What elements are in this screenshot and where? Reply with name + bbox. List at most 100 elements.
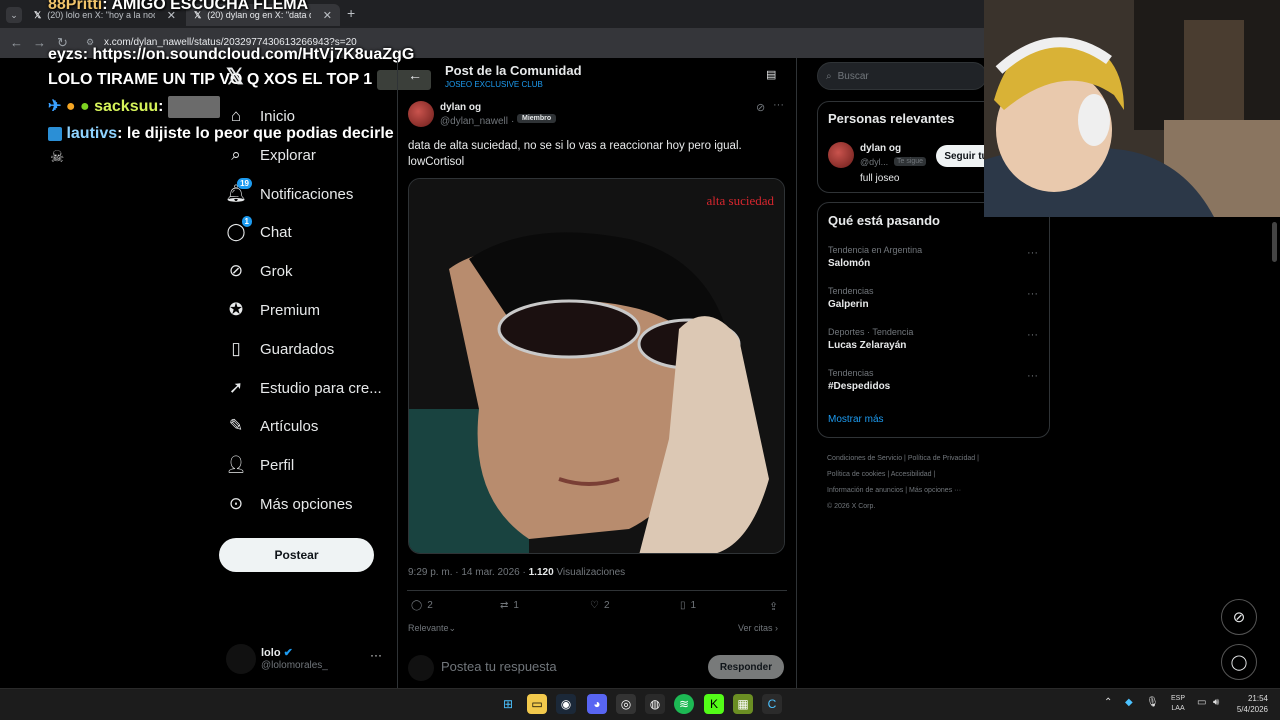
trend-category: Deportes · Tendencia [828,327,914,337]
repost-icon: ⇄ [500,600,509,611]
heart-icon: ♡ [590,600,599,611]
search-placeholder: Buscar [837,70,869,82]
trend-item[interactable]: Tendencias Galperin ··· [828,286,1040,310]
windows-start-icon[interactable]: ⊞ [498,694,518,714]
nav-item-chat[interactable]: ◯ 1 Chat [226,216,292,247]
footer-link[interactable]: Condiciones de Servicio [827,455,902,462]
network-icon[interactable]: ▭ [1197,697,1206,708]
nav-item-bookmarks[interactable]: ▯ Guardados [226,334,334,364]
chat-text: AMIGO ESCUCHA FLEMA [111,0,309,13]
view-quotes-link[interactable]: Ver citas › [738,623,778,633]
community-link[interactable]: JOSEO EXCLUSIVE CLUB [445,80,543,89]
forward-arrow-icon[interactable]: → [33,35,46,50]
spotify-icon[interactable]: ≋ [674,694,694,714]
grok-icon[interactable]: ⊘ [756,101,765,114]
reply-button[interactable]: ◯ 2 [411,600,433,611]
bookmark-button[interactable]: ▯ 1 [680,600,696,611]
grok-floating-button[interactable]: ⊘ [1221,599,1257,635]
album-cover-image [409,179,784,553]
view-quotes-label: Ver citas [738,623,773,633]
footer-link[interactable]: Información de anuncios [827,487,903,494]
post-text-line: data de alta suciedad, no se si lo vas a… [408,140,742,152]
tray-app-icon[interactable]: ◆ [1125,697,1133,708]
back-arrow-icon[interactable]: ← [10,35,23,50]
search-input[interactable]: ⌕ Buscar [817,62,987,90]
author-avatar[interactable] [408,101,434,127]
app-icon[interactable]: ▦ [733,694,753,714]
page-title: Post de la Comunidad [445,63,582,78]
nav-item-home[interactable]: ⌂ Inicio [226,101,295,131]
sort-replies-dropdown[interactable]: Relevante⌄ [408,623,456,634]
post-button[interactable]: Postear [219,538,374,572]
nav-item-premium[interactable]: ✪ Premium [226,295,320,325]
trend-category: Tendencia en Argentina [828,245,923,255]
repost-button[interactable]: ⇄ 1 [500,600,519,611]
show-more-link[interactable]: Mostrar más [828,414,884,425]
chevron-up-icon[interactable]: ⌃ [1104,697,1112,708]
chat-username: 88Pritti [48,0,103,13]
microphone-icon[interactable]: 🎙︎ [1146,697,1159,708]
more-dots-icon[interactable]: ··· [370,648,382,662]
avatar[interactable] [828,142,854,168]
reply-input[interactable]: Postea tu respuesta [441,659,557,674]
nav-item-profile[interactable]: 👤︎ Perfil [225,450,295,480]
new-tab-button[interactable]: + [347,5,355,21]
like-button[interactable]: ♡ 2 [590,600,610,611]
nav-item-articles[interactable]: ✎ Artículos [226,411,318,441]
bookmark-icon: ▯ [231,339,241,358]
file-explorer-icon[interactable]: ▭ [527,694,547,714]
more-dots-icon[interactable]: ··· [1027,329,1038,341]
nav-item-explore[interactable]: ⌕ Explorar [226,140,316,170]
post-image[interactable]: alta suciedad [408,178,785,554]
close-tab-icon[interactable]: ✕ [323,9,332,22]
badge-icon [48,126,62,141]
reader-mode-icon[interactable]: ▤ [766,68,776,81]
back-arrow-icon[interactable]: ← [408,67,422,83]
author-name[interactable]: dylan og [440,102,481,113]
reply-button[interactable]: Responder [708,655,784,679]
trend-name: Galperin [828,299,869,310]
tab-list-button[interactable]: ⌄ [6,7,22,23]
x-logo-icon[interactable]: 𝕏 [226,64,244,90]
page-scrollbar[interactable] [1272,222,1277,262]
kick-icon[interactable]: K [704,694,724,714]
discord-icon[interactable]: ◕ [587,694,607,714]
more-dots-icon[interactable]: ··· [1027,247,1038,259]
footer-link[interactable]: Más opciones ··· [909,487,961,494]
nav-item-notifications[interactable]: 🔔︎ 19 Notificaciones [225,178,354,209]
more-dots-icon[interactable]: ··· [1027,370,1038,382]
footer-link[interactable]: Política de cookies [827,471,885,478]
nav-item-more[interactable]: ⊙ Más opciones [226,489,353,519]
trend-item[interactable]: Deportes · Tendencia Lucas Zelarayán ··· [828,327,1040,351]
chrome-icon[interactable]: ◍ [645,694,665,714]
more-dots-icon[interactable]: ··· [773,99,784,111]
volume-icon[interactable]: 🔊︎ [1213,697,1219,708]
input-language[interactable]: ESP LAA [1171,694,1185,714]
nav-item-label: Notificaciones [260,185,354,203]
nav-item-label: Artículos [260,417,319,435]
post-metadata: 9:29 p. m. · 14 mar. 2026 · 1.120 Visual… [408,567,625,578]
footer-link[interactable]: Accesibilidad [891,471,932,478]
account-switcher[interactable]: lolo ✔ @lolomorales_ ··· [226,644,386,676]
clock[interactable]: 21:54 5/4/2026 [1232,693,1268,715]
nav-item-creator-studio[interactable]: ➚ Estudio para cre... [226,373,382,403]
overlay-chat-message: lautivs: le dijiste lo peor que podias d… [48,125,394,143]
person-bio: full joseo [860,173,900,184]
footer-link[interactable]: Política de Privacidad [908,455,975,462]
obs-icon[interactable]: ◎ [616,694,636,714]
share-icon[interactable]: ⇪ [769,600,778,613]
nav-item-grok[interactable]: ⊘ Grok [226,256,293,286]
author-handle[interactable]: @dylan_nawell [440,116,508,127]
trend-item[interactable]: Tendencias #Despedidos ··· [828,368,1040,392]
clock-date: 5/4/2026 [1236,705,1268,714]
overlay-chat-message: ✈ ● ● sacksuu: [48,96,220,118]
emoji-icon: ● [79,98,90,116]
trend-item[interactable]: Tendencia en Argentina Salomón ··· [828,245,1040,269]
nav-item-label: Perfil [260,456,295,474]
app-icon[interactable]: C [762,694,782,714]
more-dots-icon[interactable]: ··· [1027,288,1038,300]
messages-floating-button[interactable]: ◯ [1221,644,1257,680]
overlay-chat-message: 88Pritti: AMIGO ESCUCHA FLEMA [48,0,308,14]
person-name[interactable]: dylan og [860,143,901,154]
steam-icon[interactable]: ◉ [556,694,576,714]
